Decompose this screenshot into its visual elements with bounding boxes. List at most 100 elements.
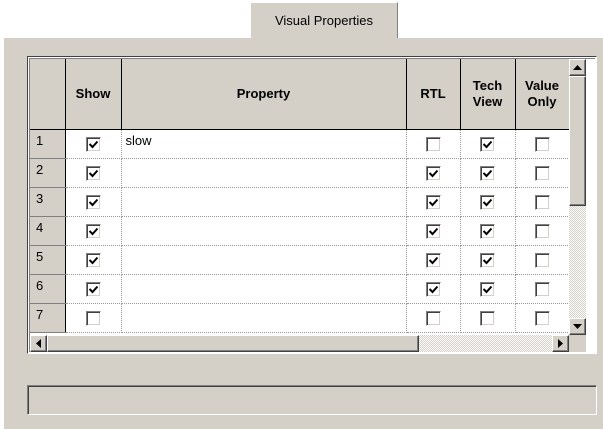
checkmark-icon xyxy=(428,227,438,235)
checkmark-icon xyxy=(88,227,98,235)
rtl-checkbox[interactable] xyxy=(425,136,441,152)
checkmark-icon xyxy=(428,169,438,177)
rtl-checkbox[interactable] xyxy=(425,223,441,239)
checkmark-icon xyxy=(428,256,438,264)
table-row[interactable]: 7 xyxy=(30,303,570,333)
rtl-checkbox[interactable] xyxy=(425,165,441,181)
row-number[interactable]: 5 xyxy=(30,245,66,275)
scroll-left-button[interactable] xyxy=(30,335,47,352)
property-cell[interactable] xyxy=(121,245,407,275)
value-only-cell xyxy=(515,245,570,275)
show-checkbox[interactable] xyxy=(85,223,101,239)
row-number[interactable]: 4 xyxy=(30,216,66,246)
show-checkbox[interactable] xyxy=(85,136,101,152)
tech-view-cell xyxy=(460,187,516,217)
vertical-scroll-thumb[interactable] xyxy=(569,76,586,206)
property-cell[interactable] xyxy=(121,216,407,246)
row-header-corner xyxy=(30,59,66,130)
value-only-cell xyxy=(515,303,570,333)
scroll-up-button[interactable] xyxy=(569,59,586,76)
table-row[interactable]: 1 slow xyxy=(30,129,570,159)
tech-view-cell xyxy=(460,303,516,333)
value-only-checkbox[interactable] xyxy=(534,281,550,297)
checkmark-icon xyxy=(483,256,492,264)
value-only-checkbox[interactable] xyxy=(534,223,550,239)
rtl-checkbox[interactable] xyxy=(425,252,441,268)
row-number[interactable]: 2 xyxy=(30,158,66,188)
value-only-checkbox[interactable] xyxy=(534,252,550,268)
tech-view-checkbox[interactable] xyxy=(480,194,495,210)
grid-viewport: Show Property RTL Tech View Value Only 1… xyxy=(29,58,595,352)
column-header-value-only[interactable]: Value Only xyxy=(515,59,570,130)
row-number[interactable]: 3 xyxy=(30,187,66,217)
property-cell[interactable] xyxy=(121,274,407,304)
tech-view-checkbox[interactable] xyxy=(480,310,495,326)
tech-view-cell xyxy=(460,216,516,246)
column-header-rtl[interactable]: RTL xyxy=(406,59,461,130)
value-only-checkbox[interactable] xyxy=(534,136,550,152)
row-number[interactable]: 6 xyxy=(30,274,66,304)
tech-view-checkbox[interactable] xyxy=(480,252,495,268)
show-cell xyxy=(65,303,122,333)
table-row[interactable]: 3 xyxy=(30,187,570,217)
show-cell xyxy=(65,158,122,188)
rtl-cell xyxy=(406,129,461,159)
horizontal-scroll-track[interactable] xyxy=(419,335,552,352)
show-checkbox[interactable] xyxy=(85,194,101,210)
checkmark-icon xyxy=(88,256,98,264)
checkmark-icon xyxy=(88,140,98,148)
value-only-checkbox[interactable] xyxy=(534,165,550,181)
vertical-scroll-track[interactable] xyxy=(569,206,586,318)
property-cell[interactable]: slow xyxy=(121,129,407,159)
show-cell xyxy=(65,245,122,275)
properties-table: Show Property RTL Tech View Value Only 1… xyxy=(30,59,570,333)
value-only-checkbox[interactable] xyxy=(534,310,550,326)
show-checkbox[interactable] xyxy=(85,252,101,268)
value-only-cell xyxy=(515,216,570,246)
tech-view-checkbox[interactable] xyxy=(480,136,495,152)
tech-view-checkbox[interactable] xyxy=(480,223,495,239)
scroll-down-button[interactable] xyxy=(569,318,586,335)
column-header-show[interactable]: Show xyxy=(65,59,122,130)
horizontal-scroll-thumb[interactable] xyxy=(47,335,419,352)
row-number[interactable]: 7 xyxy=(30,303,66,333)
rtl-cell xyxy=(406,303,461,333)
rtl-cell xyxy=(406,274,461,304)
tab-visual-properties[interactable]: Visual Properties xyxy=(250,2,398,38)
property-cell[interactable] xyxy=(121,158,407,188)
checkmark-icon xyxy=(88,285,98,293)
property-cell[interactable] xyxy=(121,303,407,333)
value-only-cell xyxy=(515,187,570,217)
tech-view-checkbox[interactable] xyxy=(480,165,495,181)
horizontal-scrollbar[interactable] xyxy=(30,335,586,352)
show-cell xyxy=(65,187,122,217)
tech-view-cell xyxy=(460,274,516,304)
rtl-checkbox[interactable] xyxy=(425,194,441,210)
value-only-checkbox[interactable] xyxy=(534,194,550,210)
show-checkbox[interactable] xyxy=(85,281,101,297)
checkmark-icon xyxy=(428,285,438,293)
scroll-right-button[interactable] xyxy=(552,335,569,352)
table-row[interactable]: 2 xyxy=(30,158,570,188)
rtl-checkbox[interactable] xyxy=(425,281,441,297)
table-row[interactable]: 6 xyxy=(30,274,570,304)
column-header-tech-view[interactable]: Tech View xyxy=(460,59,516,130)
table-row[interactable]: 4 xyxy=(30,216,570,246)
vertical-scrollbar[interactable] xyxy=(569,59,586,335)
tech-view-checkbox[interactable] xyxy=(480,281,495,297)
arrow-right-icon xyxy=(558,339,563,348)
property-cell[interactable] xyxy=(121,187,407,217)
checkmark-icon xyxy=(483,285,492,293)
status-field xyxy=(27,385,597,415)
show-checkbox[interactable] xyxy=(85,165,101,181)
tech-view-cell xyxy=(460,158,516,188)
value-only-cell xyxy=(515,158,570,188)
column-header-property[interactable]: Property xyxy=(121,59,407,130)
rtl-checkbox[interactable] xyxy=(425,310,441,326)
show-checkbox[interactable] xyxy=(85,310,101,326)
table-row[interactable]: 5 xyxy=(30,245,570,275)
checkmark-icon xyxy=(428,198,438,206)
show-cell xyxy=(65,274,122,304)
row-number[interactable]: 1 xyxy=(30,129,66,159)
tab-label: Visual Properties xyxy=(274,13,374,28)
